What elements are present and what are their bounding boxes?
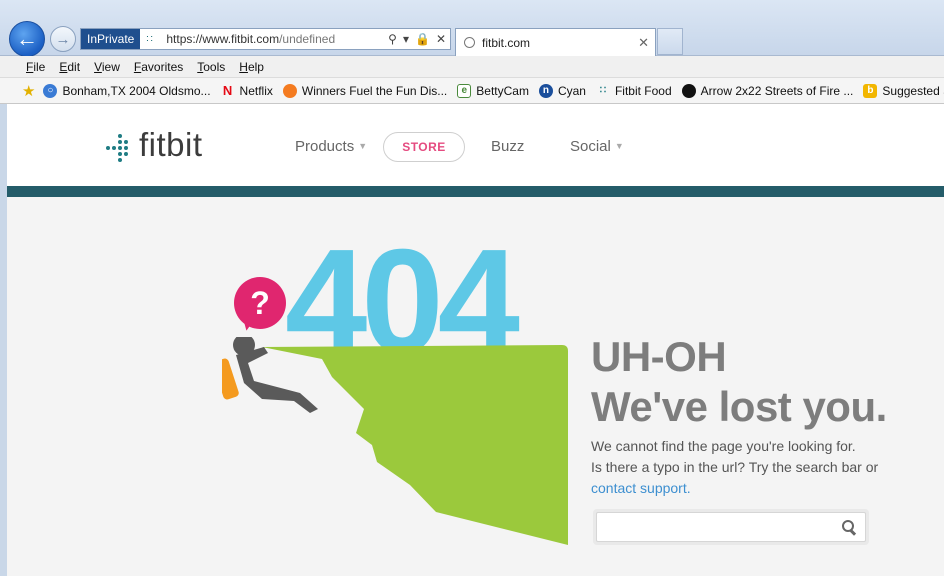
disc-icon [681,83,696,98]
page-icon: e [457,83,472,98]
favorite-label: Netflix [239,83,273,98]
fitbit-dots-icon [106,134,131,162]
favorites-bar: ★ ○ Bonham,TX 2004 Oldsmo... N Netflix Win… [0,78,944,104]
favorite-item[interactable]: b Suggested Sit [863,83,944,98]
fitbit-icon: ∷ [599,85,607,96]
tab-fitbit[interactable]: fitbit.com ✕ [455,28,656,56]
error-message-line2: Is there a typo in the url? Try the sear… [591,459,879,475]
tab-title: fitbit.com [482,35,531,50]
fitbit-logo[interactable]: fitbit [106,126,203,164]
arrow-right-icon: → [55,30,71,48]
search-box [596,512,866,542]
caret-down-icon: ▼ [358,141,368,151]
n-icon: n [538,83,553,98]
favorite-item[interactable]: n Cyan [538,83,586,98]
arrow-left-icon: ← [16,26,38,51]
favorite-item[interactable]: Arrow 2x22 Streets of Fire ... [681,83,854,98]
forward-button[interactable]: → [50,26,76,52]
circle-icon [282,83,297,98]
search-icon[interactable]: ⚲ [388,32,397,46]
menu-tools[interactable]: Tools [197,60,225,74]
nav-buzz[interactable]: Buzz [491,138,524,155]
url-text[interactable]: https://www.fitbit.com/undefined [166,32,388,46]
menu-favorites[interactable]: Favorites [134,60,183,74]
back-button[interactable]: ← [9,21,45,57]
favorite-label: Winners Fuel the Fun Dis... [301,83,448,98]
climber-backpack [222,358,239,400]
climber-body [236,347,318,413]
cliff-shape [262,345,568,545]
header-divider [7,186,944,197]
url-host: https://www.fitbit.com [166,32,280,46]
favorite-item[interactable]: Winners Fuel the Fun Dis... [282,83,448,98]
loading-icon [464,37,475,48]
lock-icon[interactable]: 🔒 [415,32,430,46]
menu-help[interactable]: Help [239,60,264,74]
caret-down-icon: ▼ [614,141,624,151]
netflix-icon: N [222,83,233,98]
inprivate-badge: InPrivate [81,29,141,49]
new-tab-button[interactable] [657,28,683,55]
nav-social-label: Social [570,138,611,155]
contact-support-link[interactable]: contact support. [591,480,691,496]
favorite-label: Arrow 2x22 Streets of Fire ... [700,83,854,98]
search-input[interactable] [597,513,841,541]
url-path: /undefined [279,32,336,46]
nav-store-button[interactable]: STORE [383,132,465,162]
favorite-item[interactable]: ○ Bonham,TX 2004 Oldsmo... [43,83,211,98]
error-message-line1: We cannot find the page you're looking f… [591,438,856,454]
browser-titlebar: ← → InPrivate ∷ https://www.fitbit.com/u… [0,0,944,57]
nav-products-label: Products [295,138,355,155]
nav-social[interactable]: Social ▼ [570,138,624,155]
close-icon[interactable]: ✕ [436,32,446,46]
cliff-illustration [222,337,568,545]
globe-icon: ○ [43,83,58,98]
favorite-label: Fitbit Food [614,83,672,98]
logo-text: fitbit [139,126,203,163]
tab-close-icon[interactable]: ✕ [638,35,649,51]
favorite-label: Cyan [557,83,586,98]
favorite-label: BettyCam [476,83,529,98]
favorites-star-icon[interactable]: ★ [22,82,35,100]
menu-view[interactable]: View [94,60,120,74]
menu-file[interactable]: File [26,60,45,74]
favorite-label: Suggested Sit [882,83,944,98]
menu-bar: File Edit View Favorites Tools Help [0,56,944,78]
page-viewport: fitbit Products ▼ STORE Buzz Social ▼ 404 … [7,104,944,576]
error-subheadline: We've lost you. [591,383,887,430]
favorite-item[interactable]: e BettyCam [457,83,529,98]
bing-icon: b [863,83,878,98]
favorite-label: Bonham,TX 2004 Oldsmo... [62,83,211,98]
search-container [593,509,869,545]
site-header: fitbit Products ▼ STORE Buzz Social ▼ [7,104,944,186]
favorite-item[interactable]: N Netflix [221,83,273,98]
fitbit-favicon-icon: ∷ [146,33,153,45]
favorite-item[interactable]: ∷ Fitbit Food [596,84,672,98]
chevron-down-icon[interactable]: ▾ [403,32,409,46]
search-icon[interactable] [841,519,857,535]
menu-edit[interactable]: Edit [59,60,80,74]
error-headline: UH-OH [591,333,727,380]
nav-products[interactable]: Products ▼ [295,138,367,155]
address-bar[interactable]: InPrivate ∷ https://www.fitbit.com/undef… [80,28,451,50]
